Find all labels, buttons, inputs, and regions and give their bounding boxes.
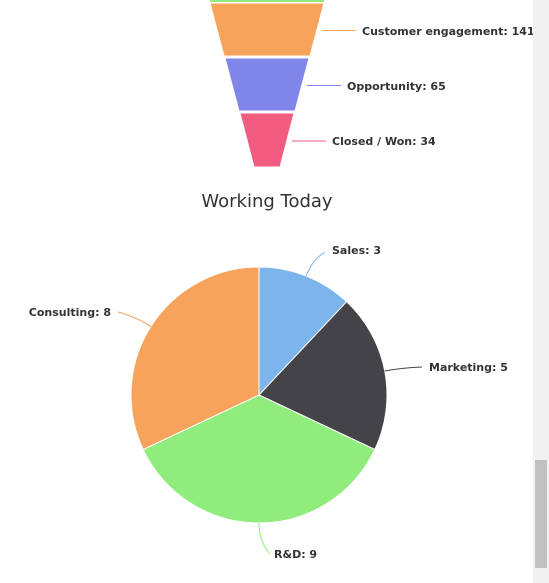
chart-viewport: Customer engagement: 141 Opportunity: 65 C…	[0, 0, 533, 583]
pie-connector-r-d	[258, 522, 271, 555]
funnel-label-closed-won: Closed / Won: 34	[332, 135, 436, 148]
pie-chart: Sales: 3 Marketing: 5 R&D: 9 Consulting: 8	[29, 244, 508, 561]
charts-svg: Customer engagement: 141 Opportunity: 65 C…	[29, 0, 533, 561]
pie-connector-consulting	[117, 311, 152, 327]
pie-label-r-d: R&D: 9	[274, 548, 317, 561]
pie-label-marketing: Marketing: 5	[429, 361, 508, 374]
pie-connector-marketing	[384, 366, 423, 372]
pie-label-sales: Sales: 3	[332, 244, 381, 257]
funnel-segment-customer-engagement	[209, 2, 325, 57]
vertical-scrollbar[interactable]	[533, 0, 549, 583]
funnel-segment-closed-won	[239, 112, 295, 168]
pie-connector-sales	[305, 251, 326, 277]
funnel-segment-partial	[210, 0, 324, 2]
funnel-label-customer-engagement: Customer engagement: 141	[362, 25, 533, 38]
funnel-chart: Customer engagement: 141 Opportunity: 65 C…	[209, 0, 533, 168]
pie-title: Working Today	[201, 191, 333, 212]
funnel-segment-opportunity	[224, 57, 310, 112]
scrollbar-thumb[interactable]	[535, 460, 547, 568]
funnel-label-opportunity: Opportunity: 65	[347, 80, 446, 93]
pie-label-consulting: Consulting: 8	[29, 306, 111, 319]
